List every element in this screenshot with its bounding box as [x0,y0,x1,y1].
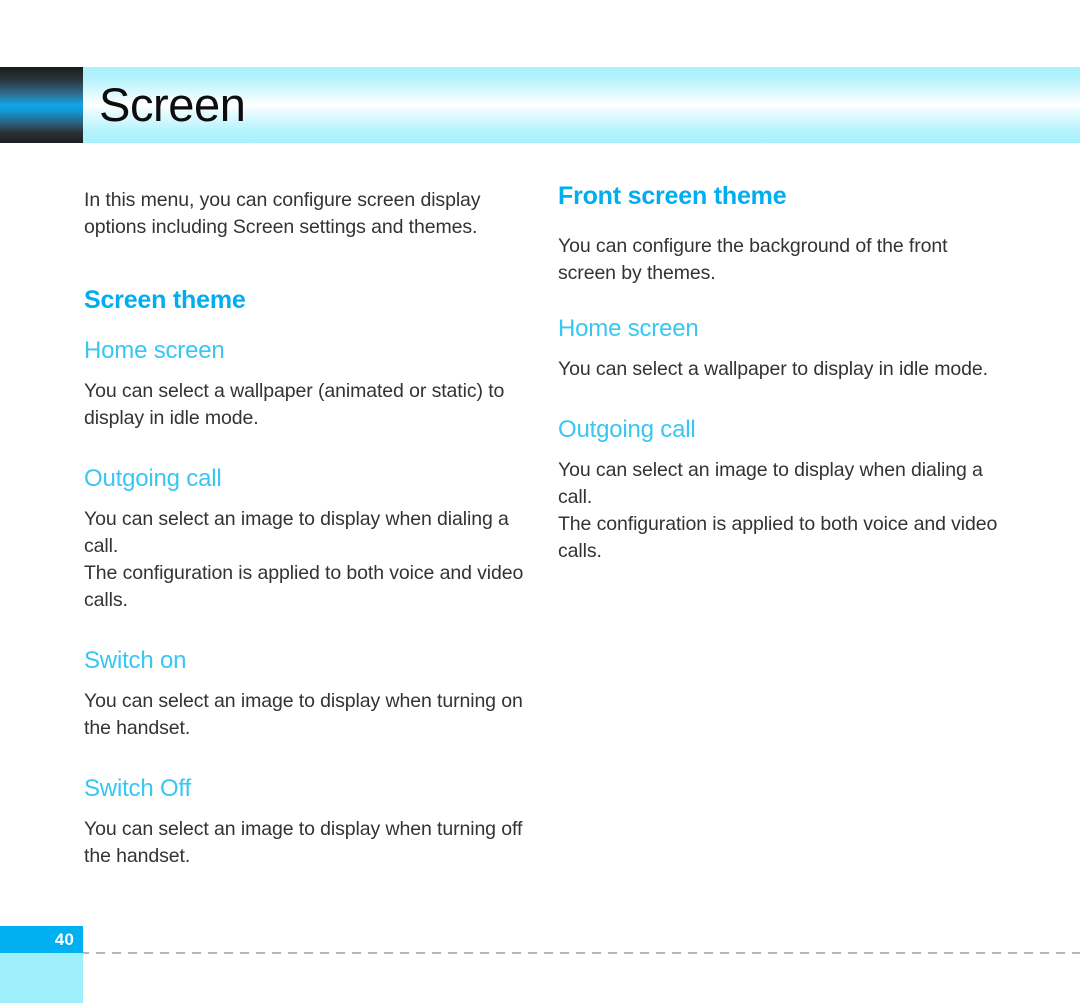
subsection-heading-switch-on: Switch on [84,647,187,674]
subsection-heading-home-screen: Home screen [84,337,225,364]
header-chapter-tab [0,67,83,143]
footer-accent-block [0,953,83,1003]
left-intro-paragraph: In this menu, you can configure screen d… [84,189,481,238]
subsection-heading-outgoing-call: Outgoing call [84,465,222,492]
subsection-body-switch-off: You can select an image to display when … [84,818,523,867]
subsection-heading-front-home-screen: Home screen [558,315,699,342]
page-number: 40 [54,929,74,949]
page-number-tab: 40 [0,926,83,953]
section-heading-front-screen-theme: Front screen theme [558,182,787,210]
subsection-body-front-home-screen: You can select a wallpaper to display in… [558,358,988,380]
subsection-body-home-screen: You can select a wallpaper (animated or … [84,380,505,429]
page-title: Screen [99,78,246,131]
subsection-body-switch-on: You can select an image to display when … [84,690,523,739]
subsection-body-front-outgoing-call: You can select an image to display when … [558,459,998,562]
subsection-body-outgoing-call: You can select an image to display when … [84,508,524,611]
section-intro-front-screen-theme: You can configure the background of the … [558,235,948,284]
left-column: In this menu, you can configure screen d… [84,143,524,870]
page-header: Screen [0,67,1080,143]
footer-dashed-divider [0,952,1080,954]
section-heading-screen-theme: Screen theme [84,286,246,314]
subsection-heading-switch-off: Switch Off [84,775,191,802]
subsection-heading-front-outgoing-call: Outgoing call [558,416,696,443]
right-column: Front screen theme You can configure the… [558,143,1000,565]
